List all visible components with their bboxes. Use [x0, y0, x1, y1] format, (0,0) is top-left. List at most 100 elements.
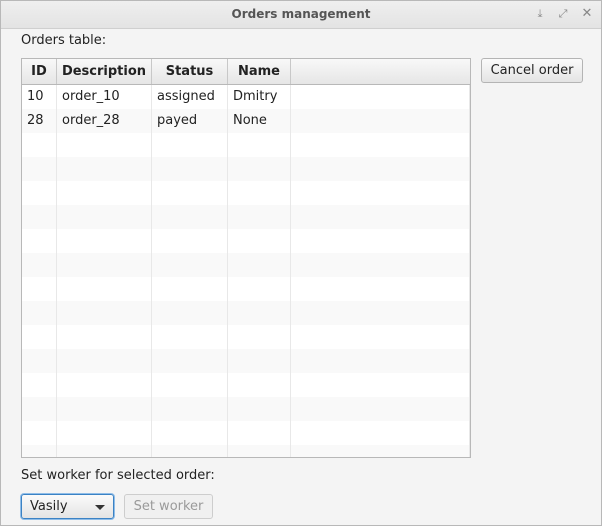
table-cell-empty: [22, 325, 57, 349]
table-cell-empty: [228, 253, 291, 277]
table-body: 10 order_10 assigned Dmitry 28 order_28 payed N…: [22, 85, 470, 457]
table-row[interactable]: 28 order_28 payed None: [22, 109, 470, 133]
chevron-down-icon: [95, 505, 105, 510]
table-row[interactable]: [22, 205, 470, 229]
maximize-icon[interactable]: ⤢: [555, 6, 571, 22]
table-cell-empty: [228, 181, 291, 205]
table-cell-empty: [228, 277, 291, 301]
title-bar: Orders management ⤓ ⤢ ✕: [1, 1, 601, 29]
table-cell-empty: [22, 157, 57, 181]
table-cell-empty: [152, 133, 228, 157]
set-worker-label: Set worker for selected order:: [21, 468, 215, 483]
table-cell-empty: [57, 349, 152, 373]
table-cell-status: assigned: [152, 85, 228, 109]
set-worker-button: Set worker: [124, 494, 213, 519]
table-row[interactable]: [22, 133, 470, 157]
table-cell-empty: [291, 301, 470, 325]
table-cell-empty: [22, 301, 57, 325]
table-row[interactable]: [22, 349, 470, 373]
table-cell-empty: [57, 301, 152, 325]
table-cell-empty: [291, 229, 470, 253]
table-cell-empty: [22, 277, 57, 301]
table-cell-description: order_10: [57, 85, 152, 109]
table-cell-description: order_28: [57, 109, 152, 133]
table-cell-empty: [152, 277, 228, 301]
column-header-id[interactable]: ID: [22, 59, 57, 84]
table-cell-empty: [228, 349, 291, 373]
table-row[interactable]: [22, 277, 470, 301]
table-cell-empty: [152, 325, 228, 349]
table-cell-empty: [291, 109, 470, 133]
table-cell-empty: [22, 133, 57, 157]
table-cell-empty: [291, 85, 470, 109]
orders-management-window: Orders management ⤓ ⤢ ✕ Orders table: ID…: [0, 0, 602, 526]
worker-select-value: Vasily: [30, 499, 68, 514]
table-cell-empty: [291, 205, 470, 229]
window-title: Orders management: [231, 7, 371, 21]
table-cell-empty: [291, 325, 470, 349]
orders-table[interactable]: ID Description Status Name 10 order_10 ass…: [21, 58, 471, 458]
table-cell-empty: [228, 157, 291, 181]
table-cell-empty: [57, 253, 152, 277]
minimize-icon[interactable]: ⤓: [532, 6, 548, 22]
table-cell-empty: [228, 397, 291, 421]
table-cell-empty: [152, 445, 228, 457]
column-header-status[interactable]: Status: [152, 59, 228, 84]
table-row[interactable]: [22, 421, 470, 445]
table-cell-name: None: [228, 109, 291, 133]
table-cell-empty: [152, 229, 228, 253]
table-cell-empty: [22, 253, 57, 277]
table-row[interactable]: [22, 397, 470, 421]
table-cell-empty: [152, 253, 228, 277]
table-cell-empty: [57, 325, 152, 349]
close-icon[interactable]: ✕: [579, 6, 595, 22]
table-cell-empty: [291, 157, 470, 181]
table-row[interactable]: [22, 253, 470, 277]
table-row[interactable]: [22, 229, 470, 253]
table-cell-empty: [291, 421, 470, 445]
table-cell-empty: [228, 133, 291, 157]
table-cell-empty: [152, 421, 228, 445]
column-header-filler: [291, 59, 470, 84]
table-cell-empty: [57, 445, 152, 457]
table-cell-empty: [152, 157, 228, 181]
table-cell-empty: [228, 373, 291, 397]
table-row[interactable]: 10 order_10 assigned Dmitry: [22, 85, 470, 109]
table-row[interactable]: [22, 325, 470, 349]
table-cell-empty: [57, 157, 152, 181]
table-cell-empty: [228, 229, 291, 253]
orders-table-label: Orders table:: [21, 33, 107, 48]
table-cell-empty: [57, 181, 152, 205]
column-header-name[interactable]: Name: [228, 59, 291, 84]
cancel-order-button[interactable]: Cancel order: [481, 58, 583, 83]
table-cell-empty: [152, 301, 228, 325]
table-cell-empty: [228, 325, 291, 349]
table-cell-empty: [291, 397, 470, 421]
table-row[interactable]: [22, 301, 470, 325]
table-cell-empty: [152, 205, 228, 229]
table-cell-empty: [22, 181, 57, 205]
table-cell-empty: [22, 349, 57, 373]
table-cell-empty: [291, 181, 470, 205]
table-cell-empty: [152, 181, 228, 205]
table-header: ID Description Status Name: [22, 59, 470, 85]
worker-select[interactable]: Vasily: [21, 494, 114, 519]
column-header-description[interactable]: Description: [57, 59, 152, 84]
table-row[interactable]: [22, 181, 470, 205]
table-cell-empty: [22, 421, 57, 445]
table-row[interactable]: [22, 373, 470, 397]
table-cell-empty: [291, 133, 470, 157]
table-cell-empty: [57, 133, 152, 157]
table-row[interactable]: [22, 157, 470, 181]
table-cell-empty: [57, 397, 152, 421]
table-cell-id: 10: [22, 85, 57, 109]
table-cell-empty: [57, 373, 152, 397]
table-cell-status: payed: [152, 109, 228, 133]
table-cell-empty: [291, 277, 470, 301]
table-cell-empty: [228, 445, 291, 457]
table-cell-empty: [22, 229, 57, 253]
table-cell-empty: [57, 205, 152, 229]
table-row[interactable]: [22, 445, 470, 457]
table-cell-empty: [57, 421, 152, 445]
table-cell-empty: [291, 373, 470, 397]
